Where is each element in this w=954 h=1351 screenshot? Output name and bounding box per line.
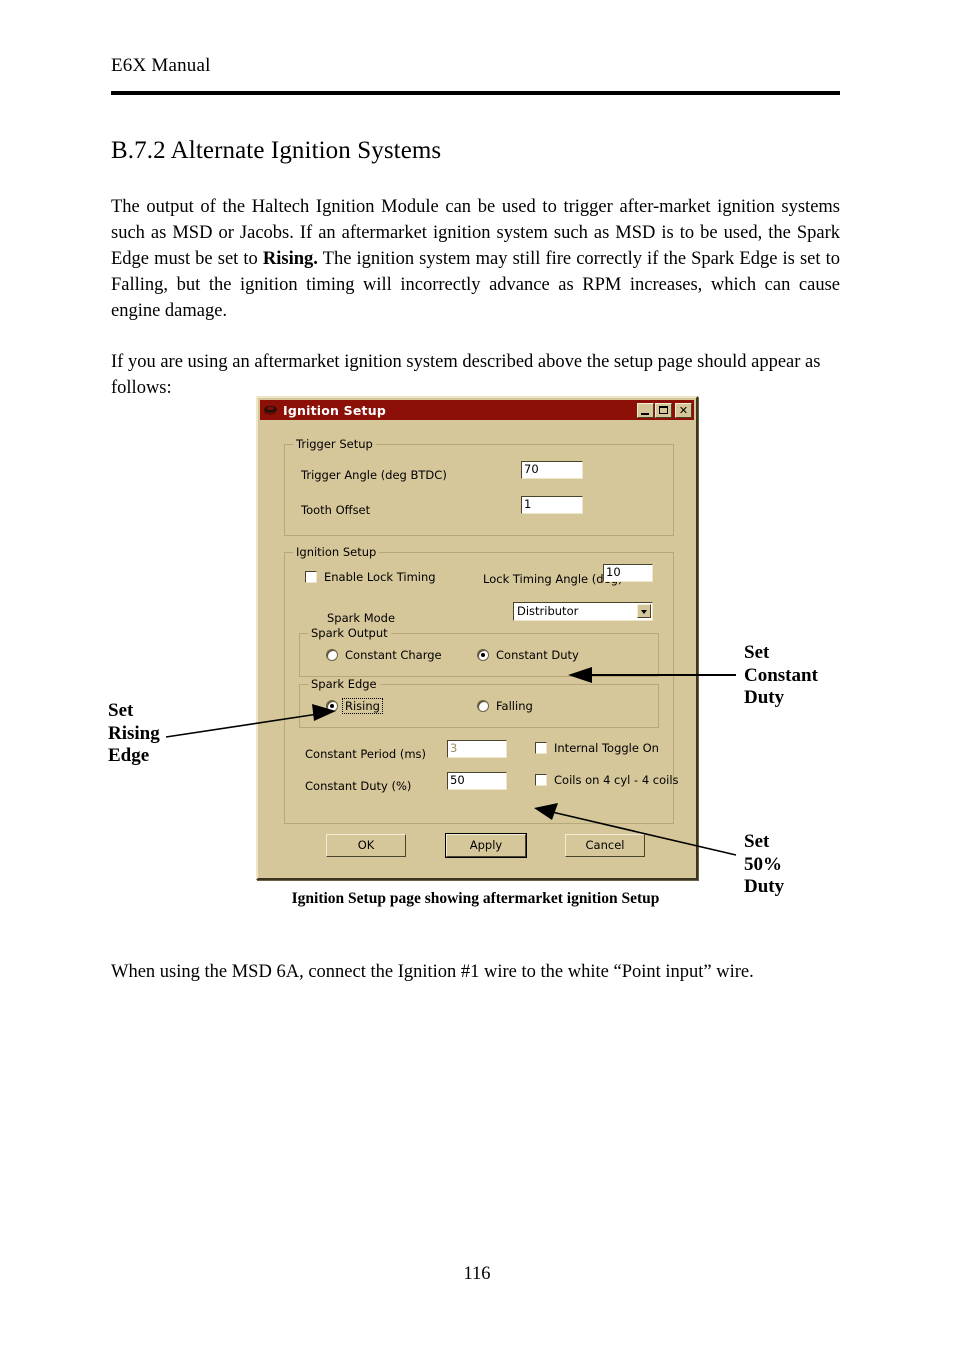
radio-constant-duty[interactable]: Constant Duty: [477, 648, 579, 662]
cancel-button[interactable]: Cancel: [565, 834, 645, 857]
radio-rising[interactable]: Rising: [326, 698, 383, 714]
trigger-setup-group-label: Trigger Setup: [293, 437, 376, 451]
close-icon: ✕: [678, 403, 689, 417]
annotation-line: Constant: [744, 664, 818, 686]
dialog-title: Ignition Setup: [283, 402, 386, 418]
internal-toggle-label: Internal Toggle On: [554, 741, 659, 755]
ok-button[interactable]: OK: [326, 834, 406, 857]
annotation-set-50-duty: Set 50% Duty: [744, 831, 784, 899]
apply-button[interactable]: Apply: [445, 833, 527, 858]
checkbox-box-icon: [535, 774, 547, 786]
maximize-icon: [659, 405, 668, 414]
falling-label: Falling: [496, 699, 533, 713]
coils-label: Coils on 4 cyl - 4 coils: [554, 773, 679, 787]
checkbox-box-icon: [305, 571, 317, 583]
minimize-icon: [641, 412, 649, 415]
close-button[interactable]: ✕: [675, 402, 692, 418]
constant-period-label: Constant Period (ms): [305, 747, 427, 761]
spark-mode-value: Distributor: [517, 604, 579, 618]
ignition-setup-group: Ignition Setup Enable Lock Timing Lock T…: [284, 545, 679, 824]
spark-edge-group-label: Spark Edge: [308, 677, 380, 691]
window-controls[interactable]: ✕: [637, 402, 692, 418]
lock-timing-angle-label: Lock Timing Angle (deg): [483, 572, 623, 586]
annotation-line: Duty: [744, 687, 785, 708]
header-rule: [111, 91, 840, 95]
checkbox-box-icon: [535, 742, 547, 754]
paragraph-1-emphasis: Rising.: [262, 248, 318, 269]
page-number: 116: [463, 1264, 491, 1284]
chevron-down-icon[interactable]: [637, 604, 651, 618]
spark-mode-label: Spark Mode: [327, 611, 396, 625]
enable-lock-timing-checkbox[interactable]: Enable Lock Timing: [305, 570, 436, 584]
trigger-angle-input[interactable]: 70: [521, 461, 583, 479]
internal-toggle-checkbox[interactable]: Internal Toggle On: [535, 741, 659, 755]
manual-page: E6X Manual B.7.2 Alternate Ignition Syst…: [0, 0, 954, 1351]
annotation-line: Set: [108, 700, 134, 721]
annotation-line: 50%: [744, 853, 782, 875]
annotation-set-constant-duty: Set Constant Duty: [744, 642, 818, 710]
body-paragraph-3: When using the MSD 6A, connect the Ignit…: [111, 961, 754, 982]
annotation-line: Rising: [108, 722, 160, 744]
trigger-angle-label: Trigger Angle (deg BTDC): [301, 468, 447, 482]
radio-constant-charge[interactable]: Constant Charge: [326, 648, 442, 662]
annotation-line: Set: [744, 831, 770, 852]
radio-icon-selected: [326, 700, 338, 712]
body-paragraph-1: The output of the Haltech Ignition Modul…: [111, 194, 840, 325]
radio-icon-unselected: [326, 649, 338, 661]
dialog-titlebar[interactable]: Ignition Setup ✕: [260, 400, 694, 420]
radio-icon-selected: [477, 649, 489, 661]
page-title: B.7.2 Alternate Ignition Systems: [111, 136, 442, 164]
spark-output-group-label: Spark Output: [308, 626, 391, 640]
maximize-button[interactable]: [655, 402, 672, 418]
trigger-setup-group: Trigger Setup Trigger Angle (deg BTDC) 7…: [284, 437, 674, 536]
minimize-button[interactable]: [637, 402, 654, 418]
dialog-client-area: Trigger Setup Trigger Angle (deg BTDC) 7…: [260, 422, 694, 876]
body-paragraph-2: If you are using an aftermarket ignition…: [111, 351, 821, 398]
spark-edge-group: Spark Edge Rising Falling: [299, 677, 659, 728]
coils-checkbox[interactable]: Coils on 4 cyl - 4 coils: [535, 773, 679, 787]
ignition-setup-dialog[interactable]: Ignition Setup ✕ Trigger Setup Trigger A…: [256, 396, 698, 880]
tooth-offset-input[interactable]: 1: [521, 496, 583, 514]
constant-duty-field-label: Constant Duty (%): [305, 779, 412, 793]
constant-duty-input[interactable]: 50: [447, 772, 507, 790]
application-icon: [263, 403, 279, 417]
tooth-offset-label: Tooth Offset: [301, 503, 371, 517]
figure-caption: Ignition Setup page showing aftermarket …: [291, 890, 660, 907]
ignition-setup-group-label: Ignition Setup: [293, 545, 380, 559]
enable-lock-timing-label: Enable Lock Timing: [324, 570, 436, 584]
rising-label: Rising: [342, 698, 383, 714]
annotation-set-rising-edge: Set Rising Edge: [108, 700, 160, 768]
constant-charge-label: Constant Charge: [345, 648, 442, 662]
constant-period-input[interactable]: 3: [447, 740, 507, 758]
radio-icon-unselected: [477, 700, 489, 712]
spark-mode-select[interactable]: Distributor: [513, 602, 653, 621]
constant-duty-label: Constant Duty: [496, 648, 579, 662]
annotation-line: Edge: [108, 745, 150, 766]
running-head: E6X Manual: [111, 55, 211, 76]
spark-output-group: Spark Output Constant Charge Constant Du…: [299, 626, 659, 677]
lock-timing-angle-input[interactable]: 10: [603, 564, 653, 582]
annotation-line: Set: [744, 642, 770, 663]
radio-falling[interactable]: Falling: [477, 699, 533, 713]
